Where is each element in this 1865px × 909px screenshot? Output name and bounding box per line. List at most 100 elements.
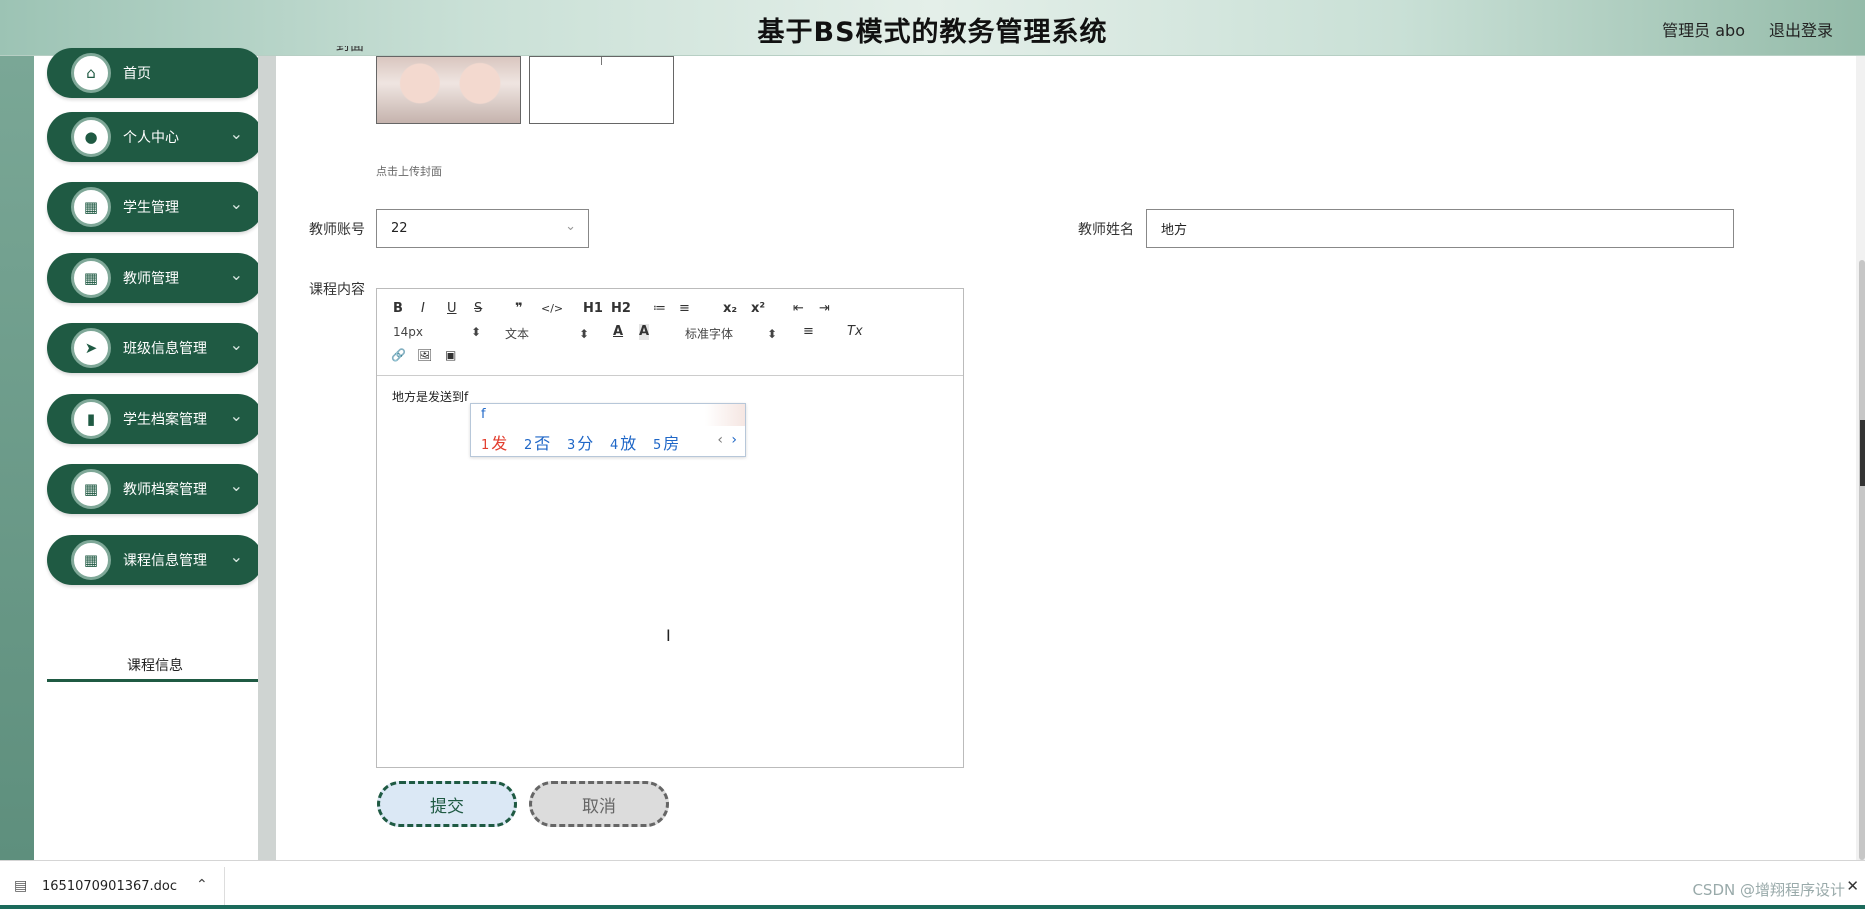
cover-thumbnail[interactable]	[376, 56, 521, 124]
heading2-button[interactable]: H2	[611, 301, 631, 317]
admin-user-label: 管理员 abo	[1662, 21, 1745, 40]
video-icon[interactable]: ▣	[445, 347, 456, 363]
sidebar-item-class-info-management[interactable]: ➤ 班级信息管理 ⌄	[47, 323, 263, 373]
code-icon[interactable]: </>	[541, 301, 563, 317]
scrollbar-indicator	[1860, 420, 1865, 486]
ime-candidate-2[interactable]: 2否	[524, 430, 550, 454]
sidebar-background	[0, 56, 34, 860]
sidebar-item-label: 个人中心	[123, 130, 179, 146]
ordered-list-icon[interactable]: ≔	[653, 301, 666, 317]
bullet-list-icon[interactable]: ≡	[679, 301, 690, 317]
background-color-button[interactable]: A	[639, 324, 650, 340]
sidebar: ⌂ 首页 ● 个人中心 ⌄ ▦ 学生管理 ⌄ ▦ 教师管理 ⌄ ➤ 班级信息管理…	[34, 48, 263, 860]
cover-upload-box[interactable]	[529, 56, 674, 124]
sidebar-item-student-archive-management[interactable]: ▮ 学生档案管理 ⌄	[47, 394, 263, 444]
course-content-label: 课程内容	[309, 282, 365, 298]
select-arrow-icon: ⬍	[767, 327, 778, 341]
sidebar-divider	[258, 56, 276, 860]
book-icon: ▮	[71, 399, 111, 439]
chevron-down-icon: ⌄	[229, 547, 243, 566]
home-icon: ⌂	[71, 53, 111, 93]
chevron-down-icon: ⌄	[565, 219, 576, 234]
teacher-name-input[interactable]	[1146, 209, 1734, 248]
indent-icon[interactable]: ⇥	[819, 301, 830, 317]
ime-prev-page-icon[interactable]: ‹	[717, 432, 723, 448]
underline-button[interactable]: U	[447, 301, 457, 317]
user-icon: ●	[71, 117, 111, 157]
text-cursor-icon: I	[666, 626, 671, 645]
grid-icon: ▦	[71, 187, 111, 227]
ime-candidate-window: f 1发 2否 3分 4放 5房 ‹ ›	[470, 403, 746, 457]
teacher-account-select[interactable]: 22 ⌄	[376, 209, 589, 248]
sidebar-item-label: 首页	[123, 66, 151, 82]
bold-button[interactable]: B	[393, 301, 403, 317]
align-icon[interactable]: ≡	[803, 324, 814, 340]
grid-icon: ▦	[71, 258, 111, 298]
italic-button[interactable]: I	[421, 301, 425, 317]
sidebar-item-label: 教师管理	[123, 271, 179, 287]
grid-icon: ▦	[71, 469, 111, 509]
editor-toolbar: B I U S ❞ </> H1 H2 ≔ ≡ x₂ x² ⇤ ⇥ 14px ⬍ …	[377, 289, 963, 376]
chevron-down-icon: ⌄	[229, 194, 243, 213]
select-arrow-icon: ⬍	[579, 327, 590, 341]
document-icon: ▤	[14, 878, 28, 894]
chevron-down-icon: ⌄	[229, 265, 243, 284]
ime-candidate-3[interactable]: 3分	[567, 430, 593, 454]
download-bar: ▤ 1651070901367.doc ⌃ CSDN @增翔程序设计 ✕	[0, 860, 1865, 909]
header-bar: 基于BS模式的教务管理系统 管理员 abo 退出登录	[0, 0, 1865, 56]
font-family-select[interactable]: 标准字体 ⬍	[685, 325, 777, 342]
submit-button[interactable]: 提交	[377, 781, 517, 827]
sidebar-item-teacher-archive-management[interactable]: ▦ 教师档案管理 ⌄	[47, 464, 263, 514]
heading1-button[interactable]: H1	[583, 301, 603, 317]
chevron-up-icon[interactable]: ⌃	[196, 877, 208, 893]
send-icon: ➤	[71, 328, 111, 368]
sidebar-item-course-info-management[interactable]: ▦ 课程信息管理 ⌄	[47, 535, 263, 585]
font-size-select[interactable]: 14px ⬍	[393, 325, 481, 339]
logout-link[interactable]: 退出登录	[1769, 17, 1833, 41]
sidebar-item-label: 课程信息管理	[123, 553, 207, 569]
rich-text-editor: B I U S ❞ </> H1 H2 ≔ ≡ x₂ x² ⇤ ⇥ 14px ⬍ …	[376, 288, 964, 768]
download-filename[interactable]: 1651070901367.doc	[42, 879, 177, 894]
sidebar-item-home[interactable]: ⌂ 首页	[47, 48, 263, 98]
cover-photo	[377, 57, 520, 123]
superscript-button[interactable]: x²	[751, 301, 765, 317]
ime-candidate-5[interactable]: 5房	[653, 430, 679, 454]
grid-icon: ▦	[71, 540, 111, 580]
ime-skin-decoration	[705, 404, 745, 426]
close-icon[interactable]: ✕	[1846, 877, 1859, 895]
ime-pinyin-input: f	[481, 407, 486, 422]
outdent-icon[interactable]: ⇤	[793, 301, 804, 317]
app-title: 基于BS模式的教务管理系统	[757, 17, 1108, 48]
sidebar-item-teacher-management[interactable]: ▦ 教师管理 ⌄	[47, 253, 263, 303]
ime-next-page-icon[interactable]: ›	[731, 432, 737, 448]
subscript-button[interactable]: x₂	[723, 301, 737, 317]
image-icon[interactable]: 🖼	[417, 347, 432, 363]
ime-candidate-1[interactable]: 1发	[481, 430, 507, 454]
cover-label: 封面	[336, 46, 364, 54]
editor-content[interactable]: 地方是发送到f	[392, 388, 468, 405]
sidebar-item-student-management[interactable]: ▦ 学生管理 ⌄	[47, 182, 263, 232]
teacher-name-label: 教师姓名	[1078, 222, 1134, 238]
sidebar-item-personal-center[interactable]: ● 个人中心 ⌄	[47, 112, 263, 162]
chevron-down-icon: ⌄	[229, 124, 243, 143]
sidebar-item-label: 学生档案管理	[123, 412, 207, 428]
scrollbar-thumb[interactable]	[1859, 260, 1865, 860]
cancel-button[interactable]: 取消	[529, 781, 669, 827]
quote-icon[interactable]: ❞	[515, 301, 523, 317]
chevron-down-icon: ⌄	[229, 335, 243, 354]
teacher-account-label: 教师账号	[309, 222, 365, 238]
submenu-item-course-info[interactable]: 课程信息	[47, 646, 263, 682]
upload-plus-icon	[601, 57, 602, 65]
teacher-account-value: 22	[391, 221, 408, 236]
link-icon[interactable]: 🔗	[391, 347, 406, 363]
clear-format-icon[interactable]: Tx	[847, 324, 863, 340]
ime-candidate-4[interactable]: 4放	[610, 430, 636, 454]
font-color-button[interactable]: A	[613, 324, 623, 340]
chevron-down-icon: ⌄	[229, 476, 243, 495]
strike-button[interactable]: S	[474, 301, 482, 317]
block-type-select[interactable]: 文本 ⬍	[505, 325, 589, 342]
upload-hint: 点击上传封面	[376, 165, 442, 178]
taskbar-strip	[0, 905, 1865, 909]
select-arrow-icon: ⬍	[471, 325, 482, 339]
sidebar-item-label: 班级信息管理	[123, 341, 207, 357]
